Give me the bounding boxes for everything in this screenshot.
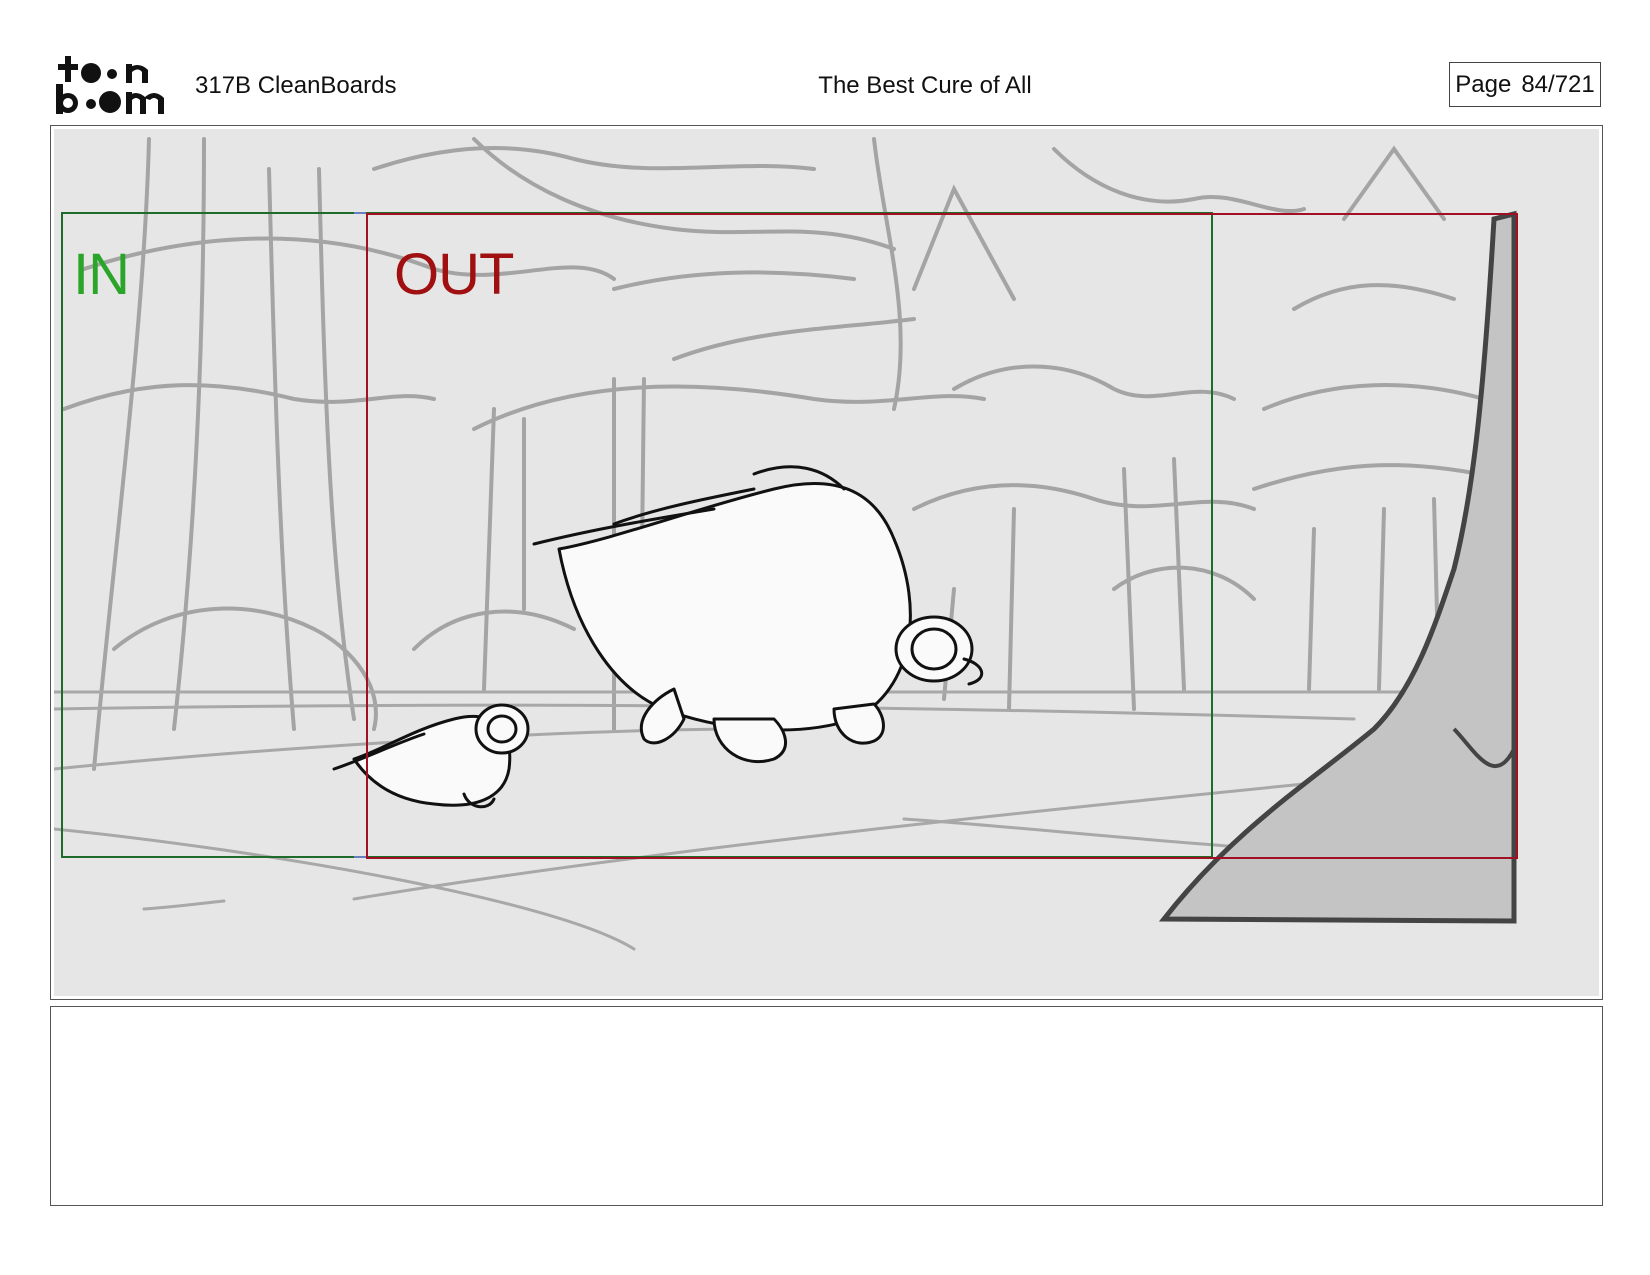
panel-notes-box <box>50 1006 1603 1206</box>
out-frame-label: OUT <box>394 242 514 307</box>
storyboard-panel: IN OUT <box>50 125 1603 1000</box>
page-label: Page <box>1455 70 1512 98</box>
episode-title: The Best Cure of All <box>818 72 1032 99</box>
panel-sketch <box>54 129 1599 996</box>
page-indicator: Page 84/721 <box>1449 62 1601 107</box>
page-number: 84/721 <box>1521 70 1595 98</box>
in-frame-label: IN <box>73 242 130 307</box>
